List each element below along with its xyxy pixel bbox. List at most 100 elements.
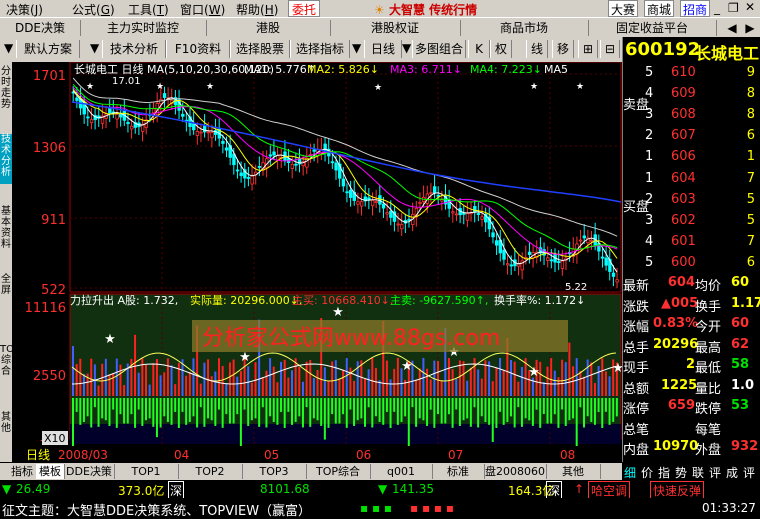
sell-level-3[interactable]: 3 608 8 [623, 107, 760, 128]
indicator-bar-down [506, 398, 509, 422]
bottom-tab[interactable]: 模板 [36, 464, 65, 479]
detail-tab[interactable]: 细 [624, 464, 636, 481]
news-ticker[interactable]: 征文主题：大智慧DDE决策系统、TOPVIEW（赢富） [2, 500, 311, 519]
bottom-tab[interactable]: 盘2008060 [484, 464, 547, 479]
level-price: 604 [671, 171, 696, 186]
bottom-tab[interactable]: 指标 [8, 464, 37, 479]
indicator-bar-down [185, 398, 188, 425]
tab-other[interactable]: 其他 [0, 412, 12, 438]
stock-chart[interactable]: ★★★★★★ ★★ ★ ★ ★ ★ ★ 1701 1306 911 522 11116 25… [12, 62, 622, 462]
indicator-bar-down [123, 398, 126, 424]
detail-tab[interactable]: 指 [658, 464, 670, 481]
dropdown-arrow-icon: ▼ [90, 41, 100, 55]
buy-level-5[interactable]: 5 600 6 [623, 255, 760, 276]
sell-level-5[interactable]: 5 610 9 [623, 65, 760, 86]
sell-level-4[interactable]: 4 609 8 [623, 86, 760, 107]
buy-level-2[interactable]: 2 603 5 [623, 192, 760, 213]
indicator-bar-down [557, 398, 560, 428]
indicator-bar-down [104, 398, 107, 421]
indicator-bar-up [148, 384, 151, 396]
indicator-bar-down [280, 398, 283, 412]
contest-link[interactable]: 大赛 [608, 0, 639, 17]
tab-main-monitor[interactable]: 主力实时监控 [80, 20, 207, 36]
mall-link[interactable]: 商城 [644, 0, 675, 17]
tech-analysis-button[interactable]: 技术分析 [102, 40, 166, 58]
detail-tab[interactable]: 联 [692, 464, 704, 481]
f10-button[interactable]: F10资料 [166, 40, 230, 58]
daily-line-button[interactable]: 日线 [364, 40, 402, 58]
detail-tab[interactable]: 评 [709, 464, 721, 481]
tab-dde[interactable]: DDE决策 [0, 20, 81, 36]
business-link[interactable]: 招商 [680, 0, 711, 17]
detail-tab[interactable]: 价 [641, 464, 653, 481]
zoom-out-icon[interactable]: ⊟ [600, 40, 620, 58]
candle-body [159, 99, 163, 105]
indicator-bar-down [196, 398, 199, 428]
indicator-bar-up [141, 358, 144, 396]
delegate-button[interactable]: 委托 [288, 0, 321, 17]
indicator-bar-down [353, 398, 356, 426]
candle-body [400, 224, 404, 230]
tab-fixed-income[interactable]: 固定收益平台 [588, 20, 717, 36]
bottom-tab[interactable]: q001 [370, 464, 433, 479]
sell-level-2[interactable]: 2 607 6 [623, 128, 760, 149]
menu-decision[interactable]: 决策(J) [6, 1, 43, 18]
tab-top-overall[interactable]: TOP综合 [0, 344, 20, 402]
bottom-tab[interactable]: TOP综合 [306, 464, 371, 479]
candle-body [206, 131, 211, 134]
close-icon[interactable]: ✕ [745, 0, 755, 14]
detail-tab[interactable]: 势 [675, 464, 687, 481]
menu-window[interactable]: 窗口(W) [180, 1, 225, 18]
menu-tools[interactable]: 工具(T) [128, 1, 169, 18]
bottom-tab[interactable]: DDE决策 [64, 464, 115, 479]
tab-fundamentals[interactable]: 基本资料 [0, 206, 12, 256]
bottom-tab[interactable]: TOP3 [242, 464, 307, 479]
candle-body [162, 93, 167, 98]
candle-body [604, 257, 608, 266]
select-stock-button[interactable]: 选择股票 [230, 40, 290, 58]
menu-formula[interactable]: 公式(G) [72, 1, 115, 18]
tab-technical[interactable]: 技术分析 [0, 134, 12, 184]
tab-scroll-left-icon[interactable]: ◀ [724, 20, 740, 36]
tab-hk-warrant[interactable]: 港股权证 [330, 20, 461, 36]
indicator-bar-up [72, 346, 74, 396]
candle-body [527, 251, 532, 255]
tab-scroll-right-icon[interactable]: ▶ [742, 20, 758, 36]
detail-tab[interactable]: 成 [726, 464, 738, 481]
rights-button[interactable]: 权 [490, 40, 512, 58]
indicator-bar-down [502, 398, 505, 425]
menu-help[interactable]: 帮助(H) [236, 1, 278, 18]
select-indicator-button[interactable]: 选择指标 [290, 40, 350, 58]
bottom-tab[interactable]: 标准 [432, 464, 485, 479]
zoom-in-icon[interactable]: ⊞ [578, 40, 598, 58]
bottom-tab[interactable]: 其他 [546, 464, 601, 479]
indicator-bar-up [228, 362, 231, 396]
default-scheme-button[interactable]: 默认方案 [16, 40, 80, 58]
level-volume: 9 [746, 65, 755, 80]
dropdown-arrow-icon: ▼ [352, 41, 362, 55]
indicator-bar-up [561, 359, 564, 396]
multi-chart-button[interactable]: 多图组合 [412, 40, 466, 58]
tab-fullscreen[interactable]: 全屏 [0, 274, 12, 300]
level-volume: 6 [746, 255, 755, 270]
buy-level-1[interactable]: 1 604 7 [623, 171, 760, 192]
buy-level-4[interactable]: 4 601 7 [623, 234, 760, 255]
tab-hk-stock[interactable]: 港股 [206, 20, 331, 36]
tab-commodity[interactable]: 商品市场 [460, 20, 589, 36]
line-button[interactable]: 线 [526, 40, 548, 58]
bottom-tab[interactable]: TOP2 [178, 464, 243, 479]
bottom-tab[interactable]: TOP1 [114, 464, 179, 479]
indicator-bar-down [82, 398, 85, 422]
detail-tab[interactable]: 评 [743, 464, 755, 481]
indicator-bar-up [502, 369, 505, 396]
restore-icon[interactable]: ❐ [728, 1, 739, 15]
tab-intraday[interactable]: 分时走势 [0, 66, 12, 116]
minimize-icon[interactable]: _ [714, 1, 720, 15]
indicator-bar-up [586, 359, 589, 396]
indicator-header-item: 主卖: -9627.590↑, [390, 294, 488, 307]
sell-level-1[interactable]: 1 606 1 [623, 149, 760, 170]
k-line-button[interactable]: K [468, 40, 490, 58]
indicator-bar-down [389, 398, 392, 428]
move-button[interactable]: 移 [552, 40, 574, 58]
buy-level-3[interactable]: 3 602 5 [623, 213, 760, 234]
